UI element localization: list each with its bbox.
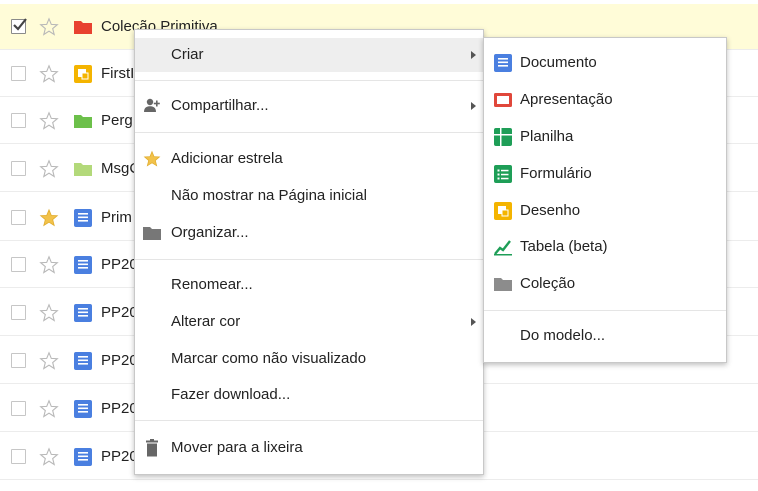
chart-line-icon: [494, 240, 512, 256]
menu-item-label: Marcar como não visualizado: [171, 350, 367, 367]
folder-gray-icon: [494, 278, 512, 291]
file-name[interactable]: PP20: [101, 255, 138, 275]
menu-item-label: Mover para a lixeira: [171, 439, 303, 456]
folder-lightgreen-icon: [74, 162, 92, 176]
menu-item-label: Documento: [520, 54, 597, 71]
row-checkbox[interactable]: [11, 448, 26, 464]
menu-item-label: Coleção: [520, 275, 576, 292]
menu-item-label: Criar: [171, 46, 204, 63]
menu-item-label: Adicionar estrela: [171, 150, 283, 167]
menu-item-mark-unviewed[interactable]: Marcar como não visualizado: [135, 342, 483, 376]
document-icon: [74, 208, 92, 227]
menu-item-label: Compartilhar...: [171, 97, 269, 114]
document-icon: [74, 399, 92, 418]
submenu-item-presentation[interactable]: Apresentação: [484, 83, 726, 117]
submenu-item-spreadsheet[interactable]: Planilha: [484, 120, 726, 154]
create-submenu: Documento Apresentação Planilha Formulár…: [483, 37, 727, 363]
menu-item-label: Renomear...: [171, 276, 253, 293]
submenu-arrow-icon: [471, 102, 476, 110]
menu-item-download[interactable]: Fazer download...: [135, 378, 483, 412]
document-icon: [74, 303, 92, 322]
star-outline-icon[interactable]: [39, 110, 59, 131]
menu-item-label: Formulário: [520, 165, 592, 182]
menu-separator: [484, 310, 726, 311]
form-icon: [494, 165, 512, 183]
context-menu: Criar Compartilhar... Adicionar estrela …: [134, 29, 484, 475]
menu-separator: [135, 132, 483, 133]
menu-item-label: Fazer download...: [171, 386, 291, 403]
file-name[interactable]: PP20: [101, 447, 138, 467]
star-outline-icon[interactable]: [39, 63, 59, 84]
folder-red-icon: [74, 20, 92, 34]
file-name[interactable]: FirstI: [101, 64, 134, 84]
submenu-item-table[interactable]: Tabela (beta): [484, 230, 726, 264]
menu-item-organize[interactable]: Organizar...: [135, 216, 483, 250]
menu-item-label: Planilha: [520, 128, 574, 145]
menu-separator: [135, 80, 483, 81]
star-outline-icon[interactable]: [39, 158, 59, 179]
submenu-item-form[interactable]: Formulário: [484, 157, 726, 191]
submenu-item-collection[interactable]: Coleção: [484, 267, 726, 301]
row-checkbox[interactable]: [11, 65, 26, 81]
row-checkbox[interactable]: [11, 112, 26, 128]
star-filled-icon: [143, 150, 161, 167]
submenu-item-drawing[interactable]: Desenho: [484, 194, 726, 228]
star-outline-icon[interactable]: [39, 302, 59, 323]
menu-item-hide-home[interactable]: Não mostrar na Página inicial: [135, 179, 483, 213]
menu-separator: [135, 420, 483, 421]
menu-item-share[interactable]: Compartilhar...: [135, 89, 483, 123]
menu-separator: [135, 259, 483, 260]
document-icon: [74, 351, 92, 370]
document-icon: [74, 255, 92, 274]
folder-icon: [143, 227, 161, 240]
menu-item-label: Desenho: [520, 202, 581, 219]
drawing-icon: [494, 202, 512, 220]
spreadsheet-icon: [494, 128, 512, 146]
star-outline-icon[interactable]: [39, 16, 59, 37]
submenu-item-document[interactable]: Documento: [484, 46, 726, 80]
row-checkbox[interactable]: [11, 352, 26, 368]
menu-item-change-color[interactable]: Alterar cor: [135, 305, 483, 339]
star-outline-icon[interactable]: [39, 446, 59, 467]
file-name[interactable]: PP20: [101, 351, 138, 371]
menu-item-label: Tabela (beta): [520, 238, 608, 255]
row-checkbox[interactable]: [11, 160, 26, 176]
menu-item-trash[interactable]: Mover para a lixeira: [135, 431, 483, 465]
row-checkbox[interactable]: [11, 304, 26, 320]
presentation-icon: [494, 93, 512, 107]
file-name[interactable]: Perg: [101, 111, 133, 131]
row-checkbox[interactable]: [11, 400, 26, 416]
menu-item-label: Não mostrar na Página inicial: [171, 187, 367, 204]
submenu-arrow-icon: [471, 318, 476, 326]
file-name[interactable]: PP20: [101, 399, 138, 419]
file-name[interactable]: Prim: [101, 208, 132, 228]
add-person-icon: [144, 98, 160, 112]
star-outline-icon[interactable]: [39, 398, 59, 419]
document-icon: [494, 54, 512, 72]
trash-icon: [146, 439, 158, 457]
menu-item-label: Do modelo...: [520, 327, 606, 344]
submenu-item-from-template[interactable]: Do modelo...: [484, 319, 726, 353]
checkmark-icon: [13, 17, 27, 31]
row-checkbox[interactable]: [11, 209, 26, 225]
menu-item-label: Apresentação: [520, 91, 613, 108]
drawing-icon: [74, 64, 92, 83]
star-outline-icon[interactable]: [39, 254, 59, 275]
menu-item-label: Organizar...: [171, 224, 249, 241]
menu-item-add-star[interactable]: Adicionar estrela: [135, 142, 483, 176]
row-checkbox[interactable]: [11, 256, 26, 272]
file-name[interactable]: PP20: [101, 303, 138, 323]
star-filled-icon[interactable]: [39, 208, 59, 228]
menu-item-rename[interactable]: Renomear...: [135, 268, 483, 302]
menu-item-create[interactable]: Criar: [135, 38, 483, 72]
submenu-arrow-icon: [471, 51, 476, 59]
document-icon: [74, 447, 92, 466]
folder-green-icon: [74, 114, 92, 128]
row-checkbox[interactable]: [11, 17, 27, 34]
star-outline-icon[interactable]: [39, 350, 59, 371]
menu-item-label: Alterar cor: [171, 313, 241, 330]
